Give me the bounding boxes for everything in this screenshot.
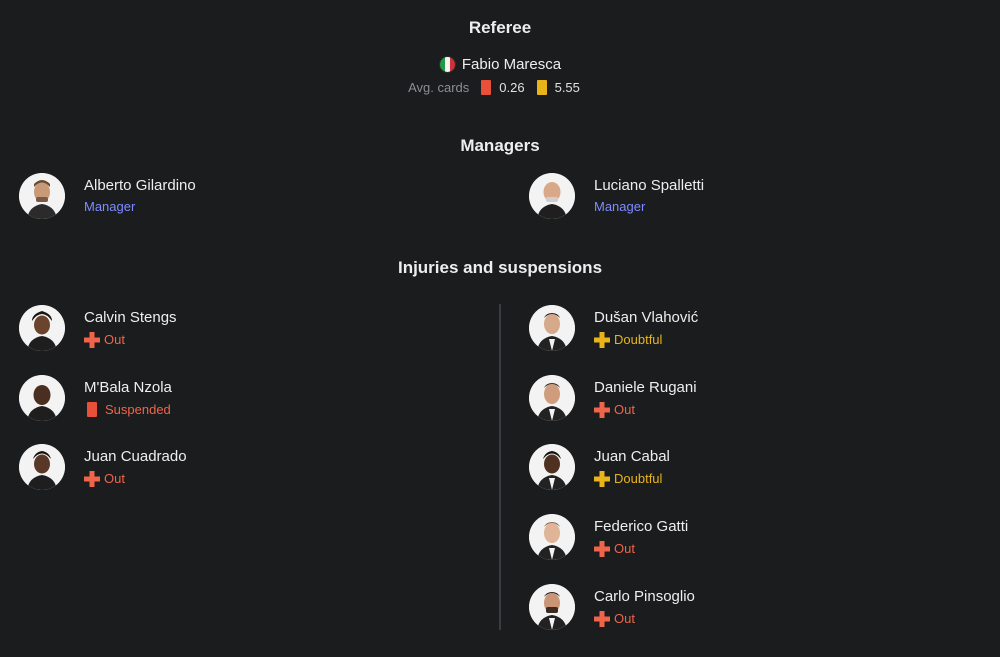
status-label: Out (614, 401, 635, 417)
player-status: Out (594, 610, 695, 628)
injured-player[interactable]: Daniele Rugani Out (529, 375, 697, 421)
plus-icon (594, 540, 610, 557)
status-label: Out (104, 331, 125, 347)
plus-icon (84, 331, 100, 348)
injured-player[interactable]: Calvin Stengs Out (19, 305, 177, 351)
injured-player[interactable]: Juan Cuadrado Out (19, 444, 187, 490)
status-label: Out (104, 470, 125, 486)
yellow-card-avg: 5.55 (554, 80, 580, 95)
manager-role: Manager (84, 199, 136, 214)
status-label: Doubtful (614, 470, 663, 486)
avatar (529, 305, 575, 351)
avatar (529, 444, 575, 490)
away-manager[interactable]: Luciano Spalletti Manager (529, 173, 704, 219)
column-divider (499, 304, 501, 630)
red-card-avg: 0.26 (499, 80, 525, 95)
plus-icon (84, 470, 100, 487)
yellow-card-icon (536, 80, 547, 95)
injured-player[interactable]: Federico Gatti Out (529, 514, 688, 560)
player-name: M'Bala Nzola (84, 378, 172, 396)
referee-title: Referee (468, 18, 532, 37)
avatar (19, 444, 65, 490)
avg-cards-label: Avg. cards (408, 80, 470, 95)
referee-name[interactable]: Fabio Maresca (462, 56, 561, 73)
player-status: Out (84, 470, 187, 488)
manager-name: Alberto Gilardino (84, 177, 196, 194)
player-name: Calvin Stengs (84, 308, 177, 326)
player-name: Carlo Pinsoglio (594, 587, 695, 605)
player-name: Dušan Vlahović (594, 308, 699, 326)
avatar (529, 514, 575, 560)
plus-icon (594, 331, 610, 348)
red-card-icon (87, 402, 97, 417)
avatar (19, 173, 65, 219)
status-label: Out (614, 540, 635, 556)
injured-player[interactable]: Carlo Pinsoglio Out (529, 584, 695, 630)
injured-player[interactable]: M'Bala Nzola Suspended (19, 375, 172, 421)
injuries-title: Injuries and suspensions (397, 258, 603, 277)
player-status: Out (594, 401, 697, 419)
plus-icon (594, 401, 610, 418)
avatar (529, 173, 575, 219)
player-name: Daniele Rugani (594, 378, 697, 396)
player-name: Juan Cabal (594, 447, 670, 465)
player-status: Suspended (84, 401, 172, 419)
avatar (529, 375, 575, 421)
avatar (19, 305, 65, 351)
player-status: Out (594, 540, 688, 558)
injured-player[interactable]: Juan Cabal Doubtful (529, 444, 670, 490)
home-manager[interactable]: Alberto Gilardino Manager (19, 173, 196, 219)
manager-name: Luciano Spalletti (594, 177, 705, 194)
red-card-icon (481, 80, 492, 95)
status-label: Out (614, 610, 635, 626)
italy-flag-icon (438, 56, 456, 73)
player-status: Doubtful (594, 331, 698, 349)
avatar (19, 375, 65, 421)
referee-row[interactable]: Fabio Maresca (0, 56, 1000, 73)
player-name: Juan Cuadrado (84, 447, 187, 465)
managers-title: Managers (460, 136, 540, 155)
avatar (529, 584, 575, 630)
player-status: Doubtful (594, 470, 670, 488)
status-label: Doubtful (614, 331, 663, 347)
manager-role: Manager (594, 199, 646, 214)
player-name: Federico Gatti (594, 517, 689, 535)
player-status: Out (84, 331, 177, 349)
referee-cards: Avg. cards 0.26 5.55 (0, 80, 1000, 95)
plus-icon (594, 470, 610, 487)
status-label: Suspended (105, 401, 171, 417)
plus-icon (594, 610, 610, 627)
injured-player[interactable]: Dušan Vlahović Doubtful (529, 305, 698, 351)
